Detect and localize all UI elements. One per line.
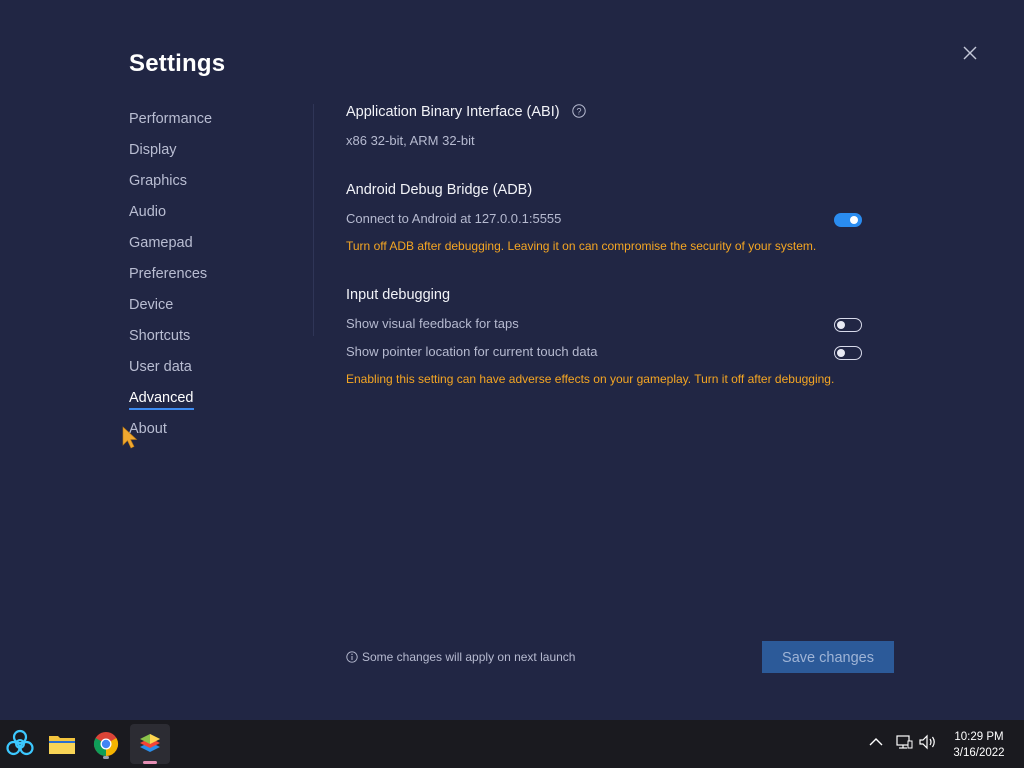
sidebar-item-label: User data (129, 359, 192, 375)
adb-connect-label: Connect to Android at 127.0.0.1:5555 (346, 211, 562, 226)
sidebar-item-audio[interactable]: Audio (129, 201, 299, 232)
volume-icon[interactable] (918, 732, 938, 752)
mouse-cursor-icon (122, 426, 138, 449)
info-icon (346, 651, 358, 663)
help-icon[interactable]: ? (571, 103, 586, 118)
sidebar-item-advanced[interactable]: Advanced (129, 387, 299, 418)
sidebar-item-gamepad[interactable]: Gamepad (129, 232, 299, 263)
sidebar-item-preferences[interactable]: Preferences (129, 263, 299, 294)
save-changes-button[interactable]: Save changes (762, 641, 894, 673)
network-icon[interactable] (894, 732, 914, 752)
visual-feedback-toggle[interactable] (834, 318, 862, 332)
sidebar-item-label: Device (129, 297, 174, 313)
abi-title-text: Application Binary Interface (ABI) (346, 104, 560, 120)
adb-section-title: Android Debug Bridge (ADB) (346, 182, 533, 198)
biohazard-icon (6, 729, 34, 756)
clock-time: 10:29 PM (954, 731, 1004, 743)
sidebar-item-shortcuts[interactable]: Shortcuts (129, 325, 299, 356)
sidebar-divider (313, 104, 314, 336)
sidebar-item-device[interactable]: Device (129, 294, 299, 325)
biohazard-app-icon[interactable] (4, 728, 36, 760)
running-indicator (143, 761, 157, 764)
sidebar-item-about[interactable]: About (129, 418, 299, 449)
folder-icon (49, 736, 75, 754)
chrome-icon[interactable] (90, 728, 122, 760)
running-indicator (103, 756, 109, 759)
pointer-location-toggle[interactable] (834, 346, 862, 360)
sidebar-item-performance[interactable]: Performance (129, 108, 299, 139)
settings-window: Settings Performance Display Graphics Au… (0, 0, 1024, 720)
sidebar: Performance Display Graphics Audio Gamep… (129, 108, 299, 449)
pointer-location-label: Show pointer location for current touch … (346, 344, 598, 359)
bluestacks-logo-icon (140, 734, 160, 752)
toggle-knob (837, 320, 845, 329)
sidebar-item-display[interactable]: Display (129, 139, 299, 170)
toggle-knob (837, 348, 845, 357)
close-icon[interactable] (960, 43, 980, 63)
chrome-logo-icon (93, 732, 119, 756)
sidebar-item-label: Preferences (129, 266, 208, 282)
page-title: Settings (129, 50, 226, 77)
taskbar (0, 720, 1024, 768)
restart-note-text: Some changes will apply on next launch (362, 650, 576, 664)
visual-feedback-label: Show visual feedback for taps (346, 316, 519, 331)
clock-date: 3/16/2022 (953, 747, 1005, 759)
sidebar-item-label: Performance (129, 111, 213, 127)
sidebar-item-label: Shortcuts (129, 328, 191, 344)
abi-value: x86 32-bit, ARM 32-bit (346, 133, 475, 148)
sidebar-item-user-data[interactable]: User data (129, 356, 299, 387)
sidebar-item-graphics[interactable]: Graphics (129, 170, 299, 201)
sidebar-item-label: Graphics (129, 173, 188, 189)
sidebar-item-label: Advanced (129, 388, 194, 410)
input-debugging-warning: Enabling this setting can have adverse e… (346, 372, 835, 386)
sidebar-item-label: Audio (129, 204, 167, 220)
abi-section-title: Application Binary Interface (ABI) ? (346, 103, 586, 120)
restart-note: Some changes will apply on next launch (346, 650, 575, 664)
file-explorer-icon[interactable] (46, 728, 78, 760)
system-clock[interactable]: 10:29 PM 3/16/2022 (944, 729, 1014, 761)
input-debugging-title: Input debugging (346, 287, 451, 303)
bluestacks-icon[interactable] (130, 724, 170, 764)
sidebar-item-label: Display (129, 142, 177, 158)
sidebar-item-label: Gamepad (129, 235, 193, 251)
toggle-knob (850, 216, 858, 224)
svg-text:?: ? (576, 106, 581, 116)
chevron-up-icon[interactable] (866, 732, 886, 752)
adb-warning: Turn off ADB after debugging. Leaving it… (346, 239, 817, 253)
adb-connect-toggle[interactable] (834, 213, 862, 227)
